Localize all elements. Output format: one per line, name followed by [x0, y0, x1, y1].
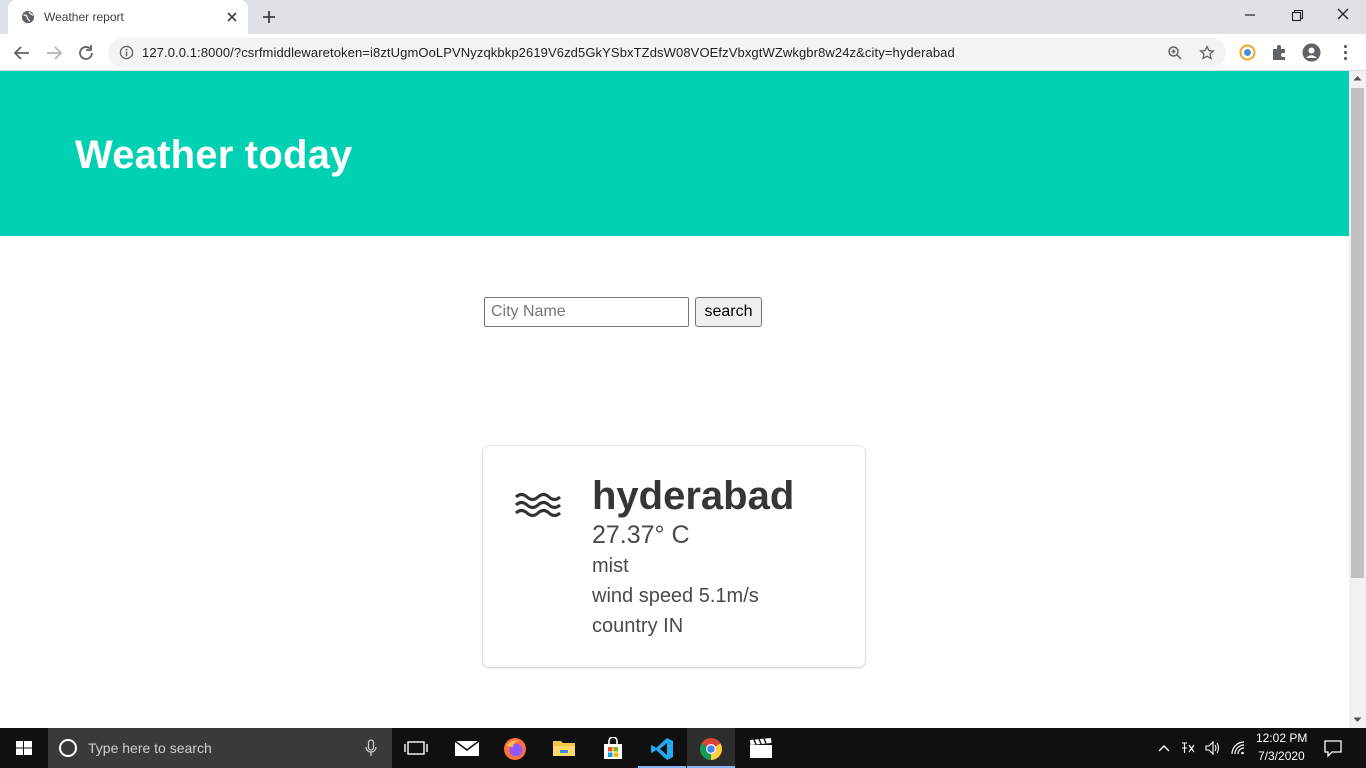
microsoft-store-app[interactable]: [589, 728, 637, 768]
vscode-icon: [651, 738, 673, 760]
taskbar-search-placeholder: Type here to search: [88, 740, 212, 756]
page-viewport: Weather today search hyderabad 27.37° C …: [0, 71, 1349, 728]
video-editor-app[interactable]: [737, 728, 785, 768]
task-view-button[interactable]: [392, 728, 440, 768]
taskbar-search-box[interactable]: Type here to search: [48, 728, 392, 768]
firefox-icon: [504, 738, 526, 760]
window-close-icon[interactable]: [1331, 4, 1355, 26]
weather-card: hyderabad 27.37° C mist wind speed 5.1m/…: [483, 446, 865, 667]
mist-icon: [515, 493, 561, 517]
browser-toolbar: 127.0.0.1:8000/?csrfmiddlewaretoken=i8zt…: [0, 34, 1366, 71]
url-text: 127.0.0.1:8000/?csrfmiddlewaretoken=i8zt…: [142, 45, 955, 60]
mail-app[interactable]: [442, 728, 490, 768]
new-tab-icon[interactable]: [260, 8, 278, 26]
folder-icon: [553, 741, 575, 756]
windows-taskbar: Type here to search 12:02 PM 7/3/2020: [0, 728, 1366, 768]
menu-kebab-icon[interactable]: [1336, 43, 1355, 62]
file-explorer-app[interactable]: [540, 728, 588, 768]
clock-time[interactable]: 12:02 PM: [1256, 731, 1307, 745]
browser-tab[interactable]: Weather report: [8, 0, 248, 34]
tab-title: Weather report: [44, 10, 124, 24]
info-icon[interactable]: [119, 45, 134, 60]
page-scrollbar[interactable]: [1349, 71, 1366, 728]
notification-center-icon[interactable]: [1323, 738, 1343, 758]
back-arrow-icon[interactable]: [11, 42, 33, 64]
cortana-circle-icon: [59, 739, 77, 757]
address-bar[interactable]: 127.0.0.1:8000/?csrfmiddlewaretoken=i8zt…: [108, 38, 1226, 67]
chrome-icon: [700, 738, 722, 760]
minimize-icon[interactable]: [1238, 4, 1262, 26]
clock-date[interactable]: 7/3/2020: [1258, 749, 1305, 763]
microphone-icon[interactable]: [364, 739, 378, 757]
scrollbar-thumb[interactable]: [1351, 88, 1364, 578]
city-search-input[interactable]: [484, 297, 689, 327]
vscode-app[interactable]: [638, 728, 686, 768]
scroll-up-arrow-icon[interactable]: [1353, 74, 1362, 83]
weather-description: mist: [592, 555, 629, 577]
country: country IN: [592, 615, 684, 637]
store-bag-icon: [604, 737, 622, 759]
bookmark-star-icon[interactable]: [1199, 45, 1215, 61]
chevron-up-icon[interactable]: [1156, 740, 1172, 756]
hero-banner: Weather today: [0, 71, 1349, 236]
wind-speed: wind speed 5.1m/s: [592, 585, 759, 607]
task-view-icon: [404, 741, 428, 755]
zoom-icon[interactable]: [1167, 45, 1183, 61]
firefox-app[interactable]: [491, 728, 539, 768]
close-icon[interactable]: [224, 9, 240, 25]
chrome-app[interactable]: [687, 728, 735, 768]
city-name: hyderabad: [592, 474, 795, 518]
extension-icon[interactable]: [1238, 43, 1257, 62]
temperature: 27.37° C: [592, 521, 690, 549]
forward-arrow-icon[interactable]: [43, 42, 65, 64]
profile-avatar-icon[interactable]: [1302, 43, 1321, 62]
clapperboard-icon: [750, 738, 772, 758]
volume-icon[interactable]: [1204, 740, 1220, 756]
globe-icon: [21, 10, 35, 24]
windows-start-icon[interactable]: [0, 728, 48, 768]
scroll-down-arrow-icon[interactable]: [1353, 715, 1362, 724]
extensions-puzzle-icon[interactable]: [1270, 43, 1289, 62]
browser-tabstrip: Weather report: [0, 0, 1366, 34]
restore-icon[interactable]: [1285, 4, 1309, 26]
mail-icon: [454, 740, 480, 756]
ime-icon[interactable]: [1180, 740, 1196, 756]
page-title: Weather today: [75, 133, 353, 177]
reload-icon[interactable]: [75, 42, 97, 64]
wifi-icon[interactable]: [1230, 740, 1246, 756]
search-button[interactable]: search: [695, 297, 762, 327]
